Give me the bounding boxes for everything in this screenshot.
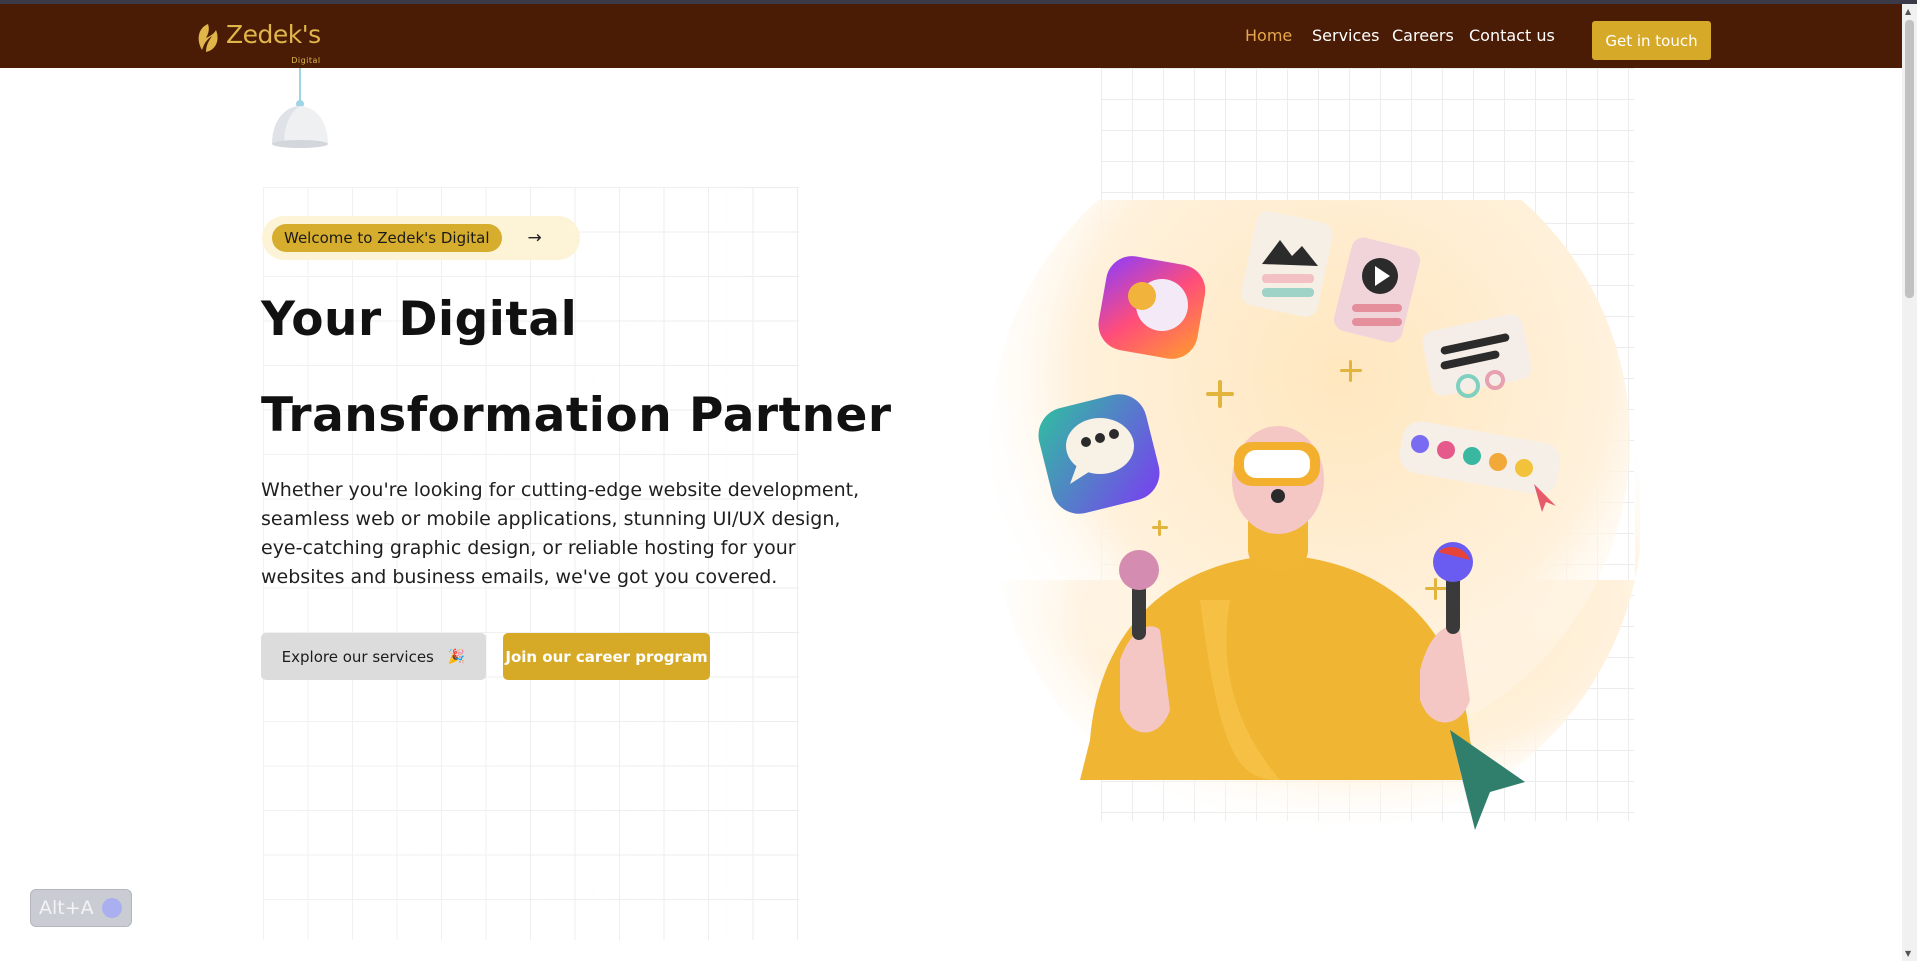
navbar: Zedek's Digital Home Services Careers Co… xyxy=(0,4,1917,68)
widget-dot-icon xyxy=(101,898,122,918)
nav-link-careers[interactable]: Careers xyxy=(1392,26,1454,45)
get-in-touch-button[interactable]: Get in touch xyxy=(1592,21,1711,60)
photo-app-icon xyxy=(1098,256,1206,359)
nav-link-home[interactable]: Home xyxy=(1245,26,1292,45)
party-popper-icon: 🎉 xyxy=(447,648,466,665)
lamp-icon xyxy=(272,68,328,148)
nav-link-services[interactable]: Services xyxy=(1312,26,1379,45)
widget-label: Alt+A xyxy=(39,897,94,919)
brand-name: Zedek's xyxy=(226,20,321,49)
hero-title-line2: Transformation Partner xyxy=(261,388,892,443)
explore-services-label: Explore our services xyxy=(281,647,434,666)
hero-title-line1: Your Digital xyxy=(261,292,578,347)
scroll-up-icon[interactable]: ▲ xyxy=(1905,7,1911,16)
hero-description: Whether you're looking for cutting-edge … xyxy=(261,479,860,588)
welcome-pill[interactable]: Welcome to Zedek's Digital → xyxy=(262,216,580,260)
alt-a-widget[interactable]: Alt+A xyxy=(30,889,132,927)
explore-services-button[interactable]: Explore our services 🎉 xyxy=(261,633,486,680)
scrollbar[interactable]: ▲ ▼ xyxy=(1902,4,1917,961)
logo-leaf-icon xyxy=(198,24,218,52)
nav-link-contact[interactable]: Contact us xyxy=(1469,26,1555,45)
scroll-down-icon[interactable]: ▼ xyxy=(1905,949,1911,958)
hero-illustration xyxy=(990,200,1640,836)
logo-wordmark: Zedek's Digital xyxy=(226,20,321,65)
arrow-right-icon: → xyxy=(527,228,542,248)
welcome-badge: Welcome to Zedek's Digital xyxy=(272,224,502,252)
join-career-program-button[interactable]: Join our career program xyxy=(503,633,710,680)
logo[interactable]: Zedek's Digital xyxy=(194,20,321,65)
scrollbar-thumb[interactable] xyxy=(1905,20,1914,298)
